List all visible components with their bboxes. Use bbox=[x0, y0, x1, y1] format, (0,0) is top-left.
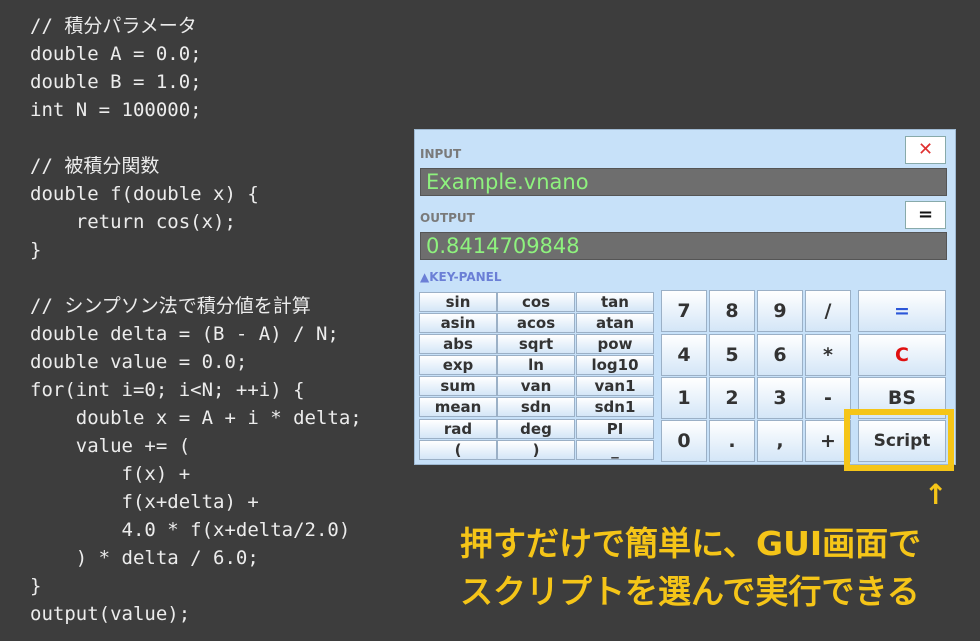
code-line: for(int i=0; i<N; ++i) { bbox=[30, 379, 305, 401]
code-line: // 被積分関数 bbox=[30, 155, 160, 177]
key-5[interactable]: 5 bbox=[709, 334, 755, 376]
code-editor: // 積分パラメータ double A = 0.0; double B = 1.0;… bbox=[30, 12, 362, 628]
code-line: } bbox=[30, 575, 42, 597]
key-acos[interactable]: acos bbox=[497, 313, 575, 333]
key-asin[interactable]: asin bbox=[419, 313, 497, 333]
key-van1[interactable]: van1 bbox=[576, 376, 654, 396]
code-line: double A = 0.0; bbox=[30, 43, 202, 65]
key-abs[interactable]: abs bbox=[419, 334, 497, 354]
key-2[interactable]: 2 bbox=[709, 377, 755, 419]
code-line: double x = A + i * delta; bbox=[30, 407, 362, 429]
key-0[interactable]: 0 bbox=[661, 420, 707, 462]
key-sum[interactable]: sum bbox=[419, 376, 497, 396]
input-field[interactable]: Example.vnano bbox=[420, 168, 947, 196]
key-underscore[interactable]: _ bbox=[576, 440, 654, 460]
key-pi[interactable]: PI bbox=[576, 419, 654, 439]
key-mean[interactable]: mean bbox=[419, 397, 497, 417]
output-label: OUTPUT bbox=[420, 211, 475, 225]
code-line: 4.0 * f(x+delta/2.0) bbox=[30, 519, 351, 541]
code-line: return cos(x); bbox=[30, 211, 236, 233]
code-line: // シンプソン法で積分値を計算 bbox=[30, 295, 311, 317]
key-divide[interactable]: / bbox=[805, 290, 851, 332]
key-4[interactable]: 4 bbox=[661, 334, 707, 376]
key-rad[interactable]: rad bbox=[419, 419, 497, 439]
input-label: INPUT bbox=[420, 147, 462, 161]
script-button-highlight bbox=[844, 409, 954, 471]
code-line: value += ( bbox=[30, 435, 191, 457]
key-comma[interactable]: , bbox=[757, 420, 803, 462]
annotation-line-2: スクリプトを選んで実行できる bbox=[460, 572, 920, 611]
code-line: f(x) + bbox=[30, 463, 191, 485]
key-open-paren[interactable]: ( bbox=[419, 440, 497, 460]
key-9[interactable]: 9 bbox=[757, 290, 803, 332]
annotation-caption: 押すだけで簡単に、GUI画面で スクリプトを選んで実行できる bbox=[460, 520, 921, 616]
key-ln[interactable]: ln bbox=[497, 355, 575, 375]
key-1[interactable]: 1 bbox=[661, 377, 707, 419]
key-exp[interactable]: exp bbox=[419, 355, 497, 375]
key-8[interactable]: 8 bbox=[709, 290, 755, 332]
key-pow[interactable]: pow bbox=[576, 334, 654, 354]
close-button[interactable]: ✕ bbox=[905, 136, 946, 164]
key-sdn1[interactable]: sdn1 bbox=[576, 397, 654, 417]
key-7[interactable]: 7 bbox=[661, 290, 707, 332]
code-line: double f(double x) { bbox=[30, 183, 259, 205]
code-line: } bbox=[30, 239, 42, 261]
key-close-paren[interactable]: ) bbox=[497, 440, 575, 460]
key-deg[interactable]: deg bbox=[497, 419, 575, 439]
key-tan[interactable]: tan bbox=[576, 292, 654, 312]
key-sqrt[interactable]: sqrt bbox=[497, 334, 575, 354]
code-line: output(value); bbox=[30, 603, 191, 625]
output-field: 0.8414709848 bbox=[420, 232, 947, 260]
equals-button[interactable]: = bbox=[858, 290, 946, 332]
key-3[interactable]: 3 bbox=[757, 377, 803, 419]
code-line: int N = 100000; bbox=[30, 99, 202, 121]
code-line: double delta = (B - A) / N; bbox=[30, 323, 339, 345]
code-line: // 積分パラメータ bbox=[30, 15, 197, 37]
key-atan[interactable]: atan bbox=[576, 313, 654, 333]
key-panel-toggle[interactable]: ▲KEY-PANEL bbox=[420, 270, 502, 284]
key-sin[interactable]: sin bbox=[419, 292, 497, 312]
key-cos[interactable]: cos bbox=[497, 292, 575, 312]
key-6[interactable]: 6 bbox=[757, 334, 803, 376]
up-arrow-icon: ↑ bbox=[924, 478, 948, 511]
code-line: double value = 0.0; bbox=[30, 351, 248, 373]
key-dot[interactable]: . bbox=[709, 420, 755, 462]
key-multiply[interactable]: * bbox=[805, 334, 851, 376]
key-log10[interactable]: log10 bbox=[576, 355, 654, 375]
clear-button[interactable]: C bbox=[858, 334, 946, 376]
code-line: f(x+delta) + bbox=[30, 491, 259, 513]
calculate-button[interactable]: = bbox=[905, 201, 946, 229]
key-van[interactable]: van bbox=[497, 376, 575, 396]
code-line: ) * delta / 6.0; bbox=[30, 547, 259, 569]
code-line: double B = 1.0; bbox=[30, 71, 202, 93]
key-sdn[interactable]: sdn bbox=[497, 397, 575, 417]
annotation-line-1: 押すだけで簡単に、GUI画面で bbox=[460, 524, 922, 563]
